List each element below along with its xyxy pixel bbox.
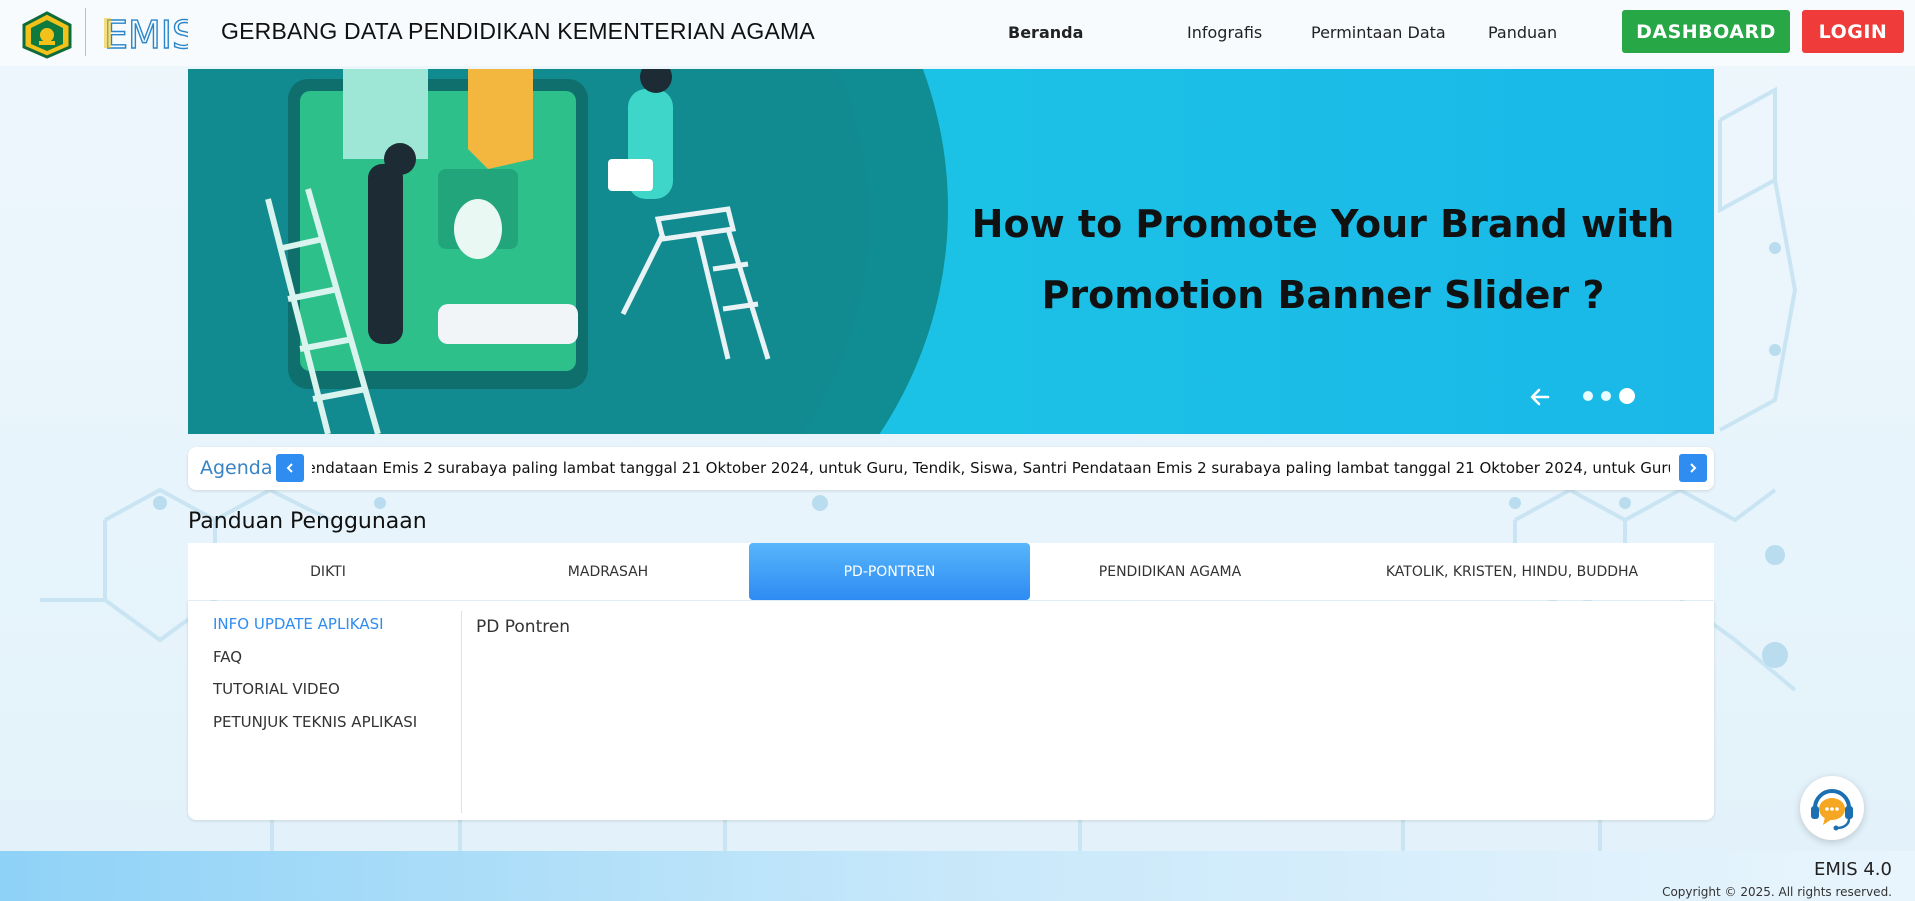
panduan-panel: INFO UPDATE APLIKASI FAQ TUTORIAL VIDEO … (188, 601, 1714, 820)
chevron-left-icon (286, 463, 293, 473)
tab-dikti[interactable]: DIKTI (188, 543, 468, 600)
help-chat-button[interactable] (1800, 776, 1864, 840)
side-item-info-update[interactable]: INFO UPDATE APLIKASI (213, 615, 417, 648)
panel-content-text: PD Pontren (476, 617, 571, 637)
svg-text:EMIS: EMIS (104, 14, 188, 54)
agenda-prev-button[interactable] (276, 454, 304, 482)
side-item-tutorial-video[interactable]: TUTORIAL VIDEO (213, 680, 417, 713)
footer: EMIS 4.0 Copyright © 2025. All rights re… (0, 851, 1915, 901)
slider-dot-3[interactable] (1619, 388, 1635, 404)
logo-divider (85, 8, 86, 56)
tab-madrasah[interactable]: MADRASAH (468, 543, 748, 600)
tab-pd-pontren[interactable]: PD-PONTREN (749, 543, 1030, 600)
emis-logo[interactable]: EMIS (104, 14, 188, 54)
support-chat-icon (1811, 789, 1853, 831)
agenda-label: Agenda (200, 457, 273, 479)
kemenag-emblem-icon[interactable] (21, 11, 73, 59)
tab-pendidikan-agama[interactable]: PENDIDIKAN AGAMA (1030, 543, 1310, 600)
nav-beranda[interactable]: Beranda (1008, 23, 1083, 42)
panel-divider (461, 611, 462, 813)
side-item-petunjuk-teknis[interactable]: PETUNJUK TEKNIS APLIKASI (213, 713, 417, 746)
panduan-title: Panduan Penggunaan (188, 509, 427, 534)
agenda-bar: Agenda Pendataan Emis 2 surabaya paling … (188, 447, 1714, 490)
side-item-faq[interactable]: FAQ (213, 648, 417, 681)
nav-infografis[interactable]: Infografis (1187, 23, 1262, 42)
tab-katolik-kristen-hindu-buddha[interactable]: KATOLIK, KRISTEN, HINDU, BUDDHA (1310, 543, 1714, 600)
footer-copyright: Copyright © 2025. All rights reserved. (1662, 885, 1892, 899)
agenda-ticker: Pendataan Emis 2 surabaya paling lambat … (312, 447, 1670, 490)
login-button[interactable]: LOGIN (1802, 10, 1904, 53)
footer-version: EMIS 4.0 (1814, 859, 1892, 880)
banner-headline-line1: How to Promote Your Brand with (971, 202, 1675, 246)
slider-dot-2[interactable] (1601, 391, 1611, 401)
chevron-right-icon (1690, 463, 1697, 473)
banner-headline-line2: Promotion Banner Slider ? (1041, 273, 1605, 317)
slider-dots (1583, 388, 1635, 404)
slider-dot-1[interactable] (1583, 391, 1593, 401)
nav-panduan[interactable]: Panduan (1488, 23, 1557, 42)
site-title: GERBANG DATA PENDIDIKAN KEMENTERIAN AGAM… (221, 18, 815, 44)
agenda-ticker-text: Pendataan Emis 2 surabaya paling lambat … (312, 459, 1670, 477)
arrow-left-icon[interactable] (1528, 385, 1552, 409)
top-navbar: EMIS GERBANG DATA PENDIDIKAN KEMENTERIAN… (0, 0, 1915, 66)
panduan-tabs: DIKTI MADRASAH PD-PONTREN PENDIDIKAN AGA… (188, 543, 1714, 600)
dashboard-button[interactable]: DASHBOARD (1622, 10, 1790, 53)
agenda-next-button[interactable] (1679, 454, 1707, 482)
nav-permintaan-data[interactable]: Permintaan Data (1311, 23, 1446, 42)
panduan-side-menu: INFO UPDATE APLIKASI FAQ TUTORIAL VIDEO … (213, 615, 417, 745)
banner-headline: How to Promote Your Brand with Promotion… (958, 189, 1688, 331)
promo-banner-slider: How to Promote Your Brand with Promotion… (188, 69, 1714, 434)
